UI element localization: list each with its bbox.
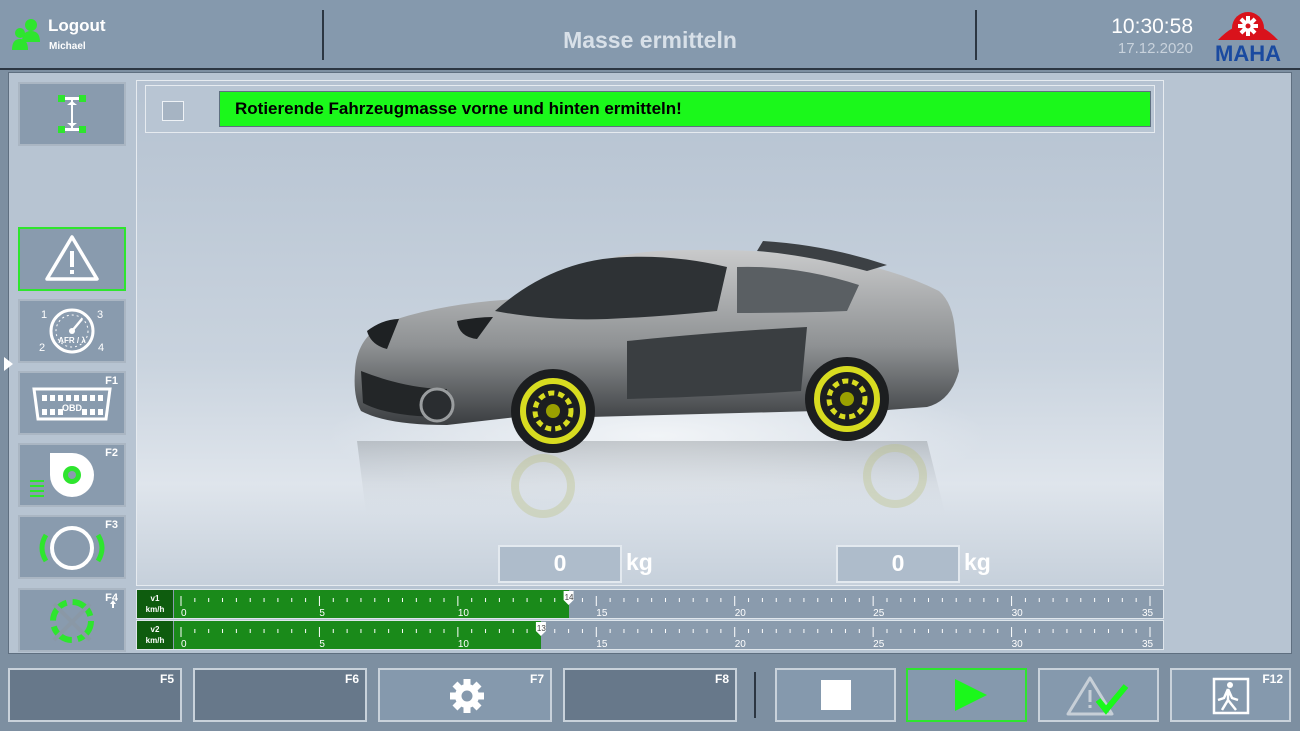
rear-wheel	[805, 357, 889, 441]
speed-indicator: v1 km/h 0 5 10 15 20 25 30 35 14 v2 km/h 0 5 10 15 20 2…	[136, 589, 1164, 651]
scale-label: 30	[1012, 608, 1024, 618]
tire-button[interactable]: F3	[18, 515, 126, 579]
exit-icon	[1212, 677, 1250, 715]
speed-bar-v1: v1 km/h 0 5 10 15 20 25 30 35 14	[136, 589, 1164, 619]
rear-mass-unit: kg	[964, 549, 991, 575]
users-icon	[12, 19, 40, 50]
logout-label: Logout	[48, 16, 106, 35]
scale-label: 10	[458, 608, 470, 618]
start-button[interactable]	[906, 668, 1027, 722]
obd-connector-icon: OBD	[32, 387, 112, 421]
scale-label: 0	[181, 608, 187, 618]
scale-label: 10	[458, 639, 470, 649]
gauge-number: 4	[98, 342, 104, 354]
afr-lambda-button[interactable]: AFR / λ 1 2 3 4	[18, 299, 126, 363]
header-divider	[975, 10, 977, 60]
message-checkbox[interactable]	[162, 101, 184, 121]
header-bar: Logout Michael Masse ermitteln 10:30:58 …	[0, 0, 1300, 70]
warning-button[interactable]	[18, 227, 126, 291]
logout-button[interactable]: Logout Michael	[8, 12, 118, 58]
scale-label: 0	[181, 639, 187, 649]
scale-label: 5	[319, 608, 325, 618]
speed-scale: 0 5 10 15 20 25 30 35 13	[180, 622, 1154, 649]
blower-button[interactable]: F2	[18, 443, 126, 507]
f6-button[interactable]: F6	[193, 668, 367, 722]
gauge-label: AFR / λ	[58, 336, 86, 345]
gauge-number: 1	[41, 309, 47, 321]
maha-logo-text: MAHA	[1215, 41, 1281, 64]
clock-date: 17.12.2020	[1117, 40, 1193, 57]
warning-check-icon	[1066, 676, 1129, 716]
gauge-number: 2	[39, 342, 45, 354]
obd-label: OBD	[62, 403, 83, 413]
scale-label: 20	[735, 639, 747, 649]
rear-mass-value: 0	[836, 545, 960, 583]
blower-icon	[30, 453, 94, 497]
front-wheel	[511, 369, 595, 453]
function-key-label: F6	[344, 672, 359, 686]
side-panel-toggle[interactable]	[4, 357, 13, 371]
car-illustration	[327, 241, 987, 521]
front-mass-value: 0	[498, 545, 622, 583]
exit-button[interactable]: F12	[1170, 668, 1291, 722]
scale-label: 15	[596, 608, 608, 618]
gauge-number: 3	[97, 309, 103, 321]
scale-label: 25	[873, 608, 885, 618]
clock-time: 10:30:58	[1111, 15, 1193, 38]
gear-icon	[450, 679, 484, 713]
recycle-button[interactable]: F4	[18, 588, 126, 652]
instruction-message: Rotierende Fahrzeugmasse vorne und hinte…	[219, 91, 1151, 127]
scale-label: 15	[596, 639, 608, 649]
play-icon	[955, 679, 987, 711]
settings-button[interactable]: F7	[378, 668, 552, 722]
stop-button[interactable]	[775, 668, 896, 722]
axle-icon	[58, 95, 86, 133]
obd-button[interactable]: F1 OBD	[18, 371, 126, 435]
scale-label: 30	[1012, 639, 1024, 649]
stop-icon	[821, 680, 851, 710]
user-name: Michael	[49, 41, 86, 52]
gauge-icon: AFR / λ 1 2 3 4	[39, 308, 104, 354]
function-key-label: F5	[159, 672, 174, 686]
tire-icon	[39, 526, 105, 570]
speed-scale: 0 5 10 15 20 25 30 35 14	[180, 591, 1154, 618]
confirm-warning-button[interactable]	[1038, 668, 1159, 722]
scale-label: 20	[735, 608, 747, 618]
maha-logo: MAHA	[1212, 12, 1284, 64]
button-divider	[754, 672, 756, 718]
scale-label: 35	[1142, 608, 1154, 618]
speed-marker-label: 13	[537, 624, 546, 633]
f5-button[interactable]: F5	[8, 668, 182, 722]
warning-icon	[45, 235, 99, 281]
scale-label: 35	[1142, 639, 1154, 649]
page-title: Masse ermitteln	[563, 27, 737, 53]
speed-bar-v2: v2 km/h 0 5 10 15 20 25 30 35 13	[136, 620, 1164, 650]
front-mass-unit: kg	[626, 549, 653, 575]
message-bar: Rotierende Fahrzeugmasse vorne und hinte…	[145, 85, 1155, 133]
speed-marker-label: 14	[565, 593, 574, 602]
function-key-label: F8	[714, 672, 729, 686]
f8-button[interactable]: F8	[563, 668, 737, 722]
axle-measure-button[interactable]	[18, 82, 126, 146]
scale-label: 5	[319, 639, 325, 649]
content-panel: Rotierende Fahrzeugmasse vorne und hinte…	[136, 80, 1164, 586]
recycle-icon	[50, 599, 116, 643]
scale-label: 25	[873, 639, 885, 649]
